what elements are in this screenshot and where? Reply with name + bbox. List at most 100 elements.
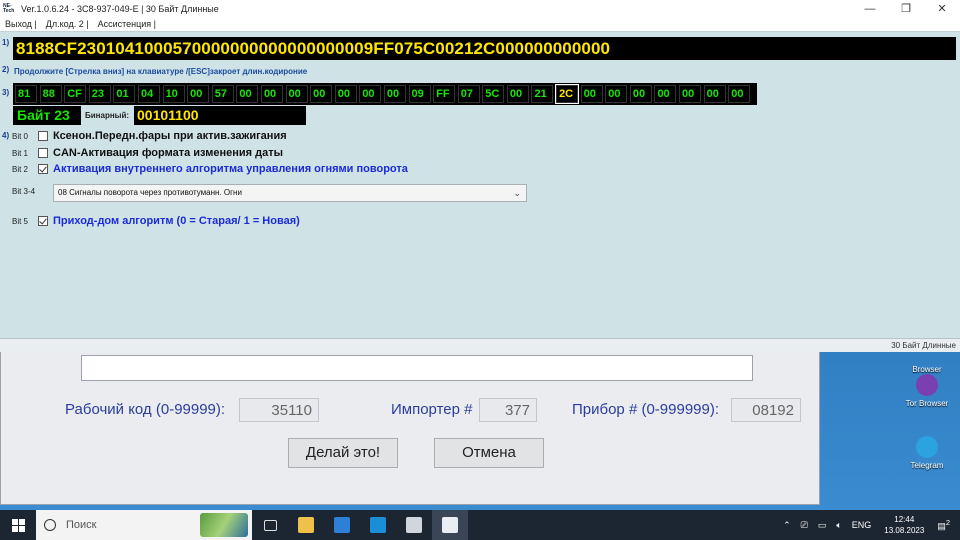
byte-cell[interactable]: 10 <box>162 85 185 103</box>
login-dialog: Рабочий код (0-99999): 35110 Импортер # … <box>0 350 820 505</box>
bit-label: Bit 1 <box>12 148 29 158</box>
vcds-icon <box>406 517 422 533</box>
byte-cell[interactable]: 00 <box>236 85 259 103</box>
clock-time: 12:44 <box>894 515 915 524</box>
byte-cell[interactable]: 21 <box>531 85 554 103</box>
bit-5-row: Bit 5 Приход-дом алгоритм (0 = Старая/ 1… <box>12 215 300 227</box>
byte-cell[interactable]: 2C <box>555 84 580 104</box>
cancel-button[interactable]: Отмена <box>434 438 544 468</box>
bit-label: Bit 0 <box>12 131 29 141</box>
taskbar-vcds[interactable] <box>396 510 432 540</box>
taskbar-search[interactable]: Поиск <box>36 510 252 540</box>
row-number: 2) <box>2 65 10 74</box>
coding-string[interactable]: 8188CF2301041000570000000000000000009FF0… <box>13 37 956 60</box>
byte-cell[interactable]: 04 <box>137 85 160 103</box>
byte-cell[interactable]: 00 <box>334 85 357 103</box>
byte-cell[interactable]: FF <box>433 85 456 103</box>
close-button[interactable]: ✕ <box>924 2 960 15</box>
notification-count: 2 <box>945 518 950 527</box>
language-indicator[interactable]: ENG <box>852 520 872 530</box>
byte-cell[interactable]: 00 <box>703 85 726 103</box>
bit-1-text: CAN-Активация формата изменения даты <box>53 147 284 159</box>
taskbar-netech[interactable] <box>432 510 468 540</box>
task-view-icon <box>263 519 277 531</box>
desktop-icon-telegram[interactable]: Telegram <box>897 436 957 470</box>
minimize-button[interactable]: — <box>852 3 888 15</box>
chevron-up-icon[interactable]: ⌃ <box>783 520 791 531</box>
byte-cell[interactable]: 09 <box>408 85 431 103</box>
binary-label: Бинарный: <box>85 111 130 120</box>
bit-2-text: Активация внутреннего алгоритма управлен… <box>53 163 408 175</box>
tor-browser-icon <box>916 374 938 396</box>
restore-button[interactable]: ❐ <box>888 2 924 15</box>
desktop-icon-label: Browser <box>912 365 942 374</box>
byte-cell[interactable]: 00 <box>187 85 210 103</box>
menu-assistance[interactable]: Ассистенция | <box>98 19 156 29</box>
bit-label: Bit 3-4 <box>12 187 36 196</box>
menu-exit[interactable]: Выход | <box>5 19 37 29</box>
byte-cell[interactable]: 57 <box>211 85 234 103</box>
network-icon[interactable]: ⎚ <box>801 520 808 531</box>
taskbar-app-l[interactable] <box>360 510 396 540</box>
byte-cell[interactable]: 00 <box>679 85 702 103</box>
mail-icon <box>334 517 350 533</box>
byte-row: 81 88 CF 23 01 04 10 00 57 00 00 00 00 00 00 00 09 FF 07 5C… <box>13 83 757 105</box>
byte-cell[interactable]: 00 <box>359 85 382 103</box>
desktop-icon-tor[interactable]: Tor Browser <box>897 374 957 408</box>
taskbar-mail[interactable] <box>324 510 360 540</box>
windows-logo-icon <box>12 519 18 525</box>
clock[interactable]: 12:44 13.08.2023 <box>884 514 924 536</box>
telegram-icon <box>916 436 938 458</box>
byte-cell[interactable]: 5C <box>482 85 505 103</box>
menu-long-code-2[interactable]: Дл.код. 2 | <box>46 19 89 29</box>
bit-0-checkbox[interactable] <box>38 131 48 141</box>
row-number: 3) <box>2 88 10 97</box>
netech-icon <box>442 517 458 533</box>
bit-1-row: Bit 1 CAN-Активация формата изменения да… <box>12 147 283 159</box>
byte-cell[interactable]: 00 <box>310 85 333 103</box>
byte-cell[interactable]: 00 <box>728 85 751 103</box>
device-label: Прибор # (0-999999): <box>572 401 720 418</box>
byte-cell[interactable]: 23 <box>88 85 111 103</box>
byte-cell[interactable]: 01 <box>113 85 136 103</box>
battery-icon[interactable]: ▭ <box>818 520 827 531</box>
byte-cell[interactable]: 88 <box>39 85 62 103</box>
byte-cell[interactable]: 00 <box>580 85 603 103</box>
device-field[interactable]: 08192 <box>731 398 801 422</box>
byte-cell[interactable]: 00 <box>506 85 529 103</box>
importer-label: Импортер # <box>391 401 473 418</box>
bit-34-selected-value: 08 Сигналы поворота через противотуманн.… <box>58 188 242 197</box>
notifications-icon[interactable]: ▤2 <box>937 518 950 532</box>
bit-5-checkbox[interactable] <box>38 216 48 226</box>
volume-icon[interactable]: 🔈︎ <box>836 520 841 531</box>
byte-cell[interactable]: CF <box>64 85 87 103</box>
byte-cell[interactable]: 00 <box>285 85 308 103</box>
work-code-field[interactable]: 35110 <box>239 398 319 422</box>
bit-34-select[interactable]: 08 Сигналы поворота через противотуманн.… <box>53 184 527 202</box>
bit-2-checkbox[interactable] <box>38 164 48 174</box>
byte-cell[interactable]: 00 <box>605 85 628 103</box>
app-window: NE-Tech Ver.1.0.6.24 - 3C8-937-049-E | 3… <box>0 0 960 352</box>
byte-cell[interactable]: 00 <box>629 85 652 103</box>
desktop-icon-label: Telegram <box>910 461 944 470</box>
byte-cell[interactable]: 00 <box>260 85 283 103</box>
taskbar-explorer[interactable] <box>288 510 324 540</box>
app-logo-icon: NE-Tech <box>3 2 15 14</box>
bit-2-row: Bit 2 Активация внутреннего алгоритма уп… <box>12 163 408 175</box>
byte-cell[interactable]: 00 <box>383 85 406 103</box>
l-app-icon <box>370 517 386 533</box>
start-button[interactable] <box>0 510 36 540</box>
status-bar: 30 Байт Длинные <box>0 338 960 352</box>
do-it-button[interactable]: Делай это! <box>288 438 398 468</box>
bit-1-checkbox[interactable] <box>38 148 48 158</box>
task-view-button[interactable] <box>252 510 288 540</box>
importer-field[interactable]: 377 <box>479 398 537 422</box>
window-title: Ver.1.0.6.24 - 3C8-937-049-E | 30 Байт Д… <box>21 3 219 14</box>
byte-cell[interactable]: 00 <box>654 85 677 103</box>
bit-label: Bit 2 <box>12 164 29 174</box>
byte-cell[interactable]: 07 <box>457 85 480 103</box>
desktop-icon-label: Tor Browser <box>905 399 949 408</box>
byte-cell[interactable]: 81 <box>15 85 37 103</box>
text-field[interactable] <box>81 355 753 381</box>
bit-label: Bit 5 <box>12 216 29 226</box>
